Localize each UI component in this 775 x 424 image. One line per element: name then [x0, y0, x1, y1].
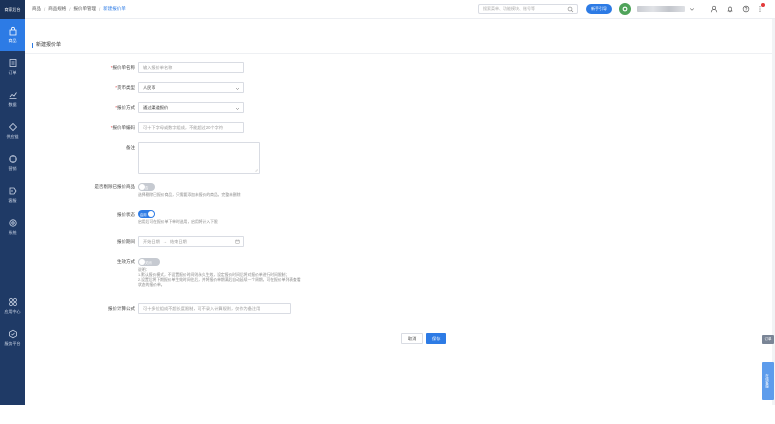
apps-icon — [8, 298, 17, 306]
exclude-toggle[interactable]: 否 — [138, 183, 155, 191]
resize-grip-icon[interactable] — [254, 168, 258, 172]
sidebar-item-label: 系统 — [8, 230, 17, 235]
sidebar-item-label: 服务平台 — [4, 341, 21, 346]
search-input[interactable]: 搜索菜单、功能模块、账号等 — [478, 4, 578, 14]
breadcrumb: 商品 / 商品规格 / 报价单管理 / 新建报价单 — [32, 6, 126, 12]
order-icon — [9, 59, 16, 67]
remark-textarea[interactable] — [138, 142, 260, 174]
breadcrumb-item[interactable]: 商品规格 — [48, 6, 66, 12]
sidebar-item-orders[interactable]: 订单 — [0, 51, 25, 83]
sidebar-item-label: 商品 — [8, 38, 17, 43]
brand-label: 商家后台 — [0, 0, 25, 19]
leaf-icon — [622, 6, 628, 12]
currency-select[interactable]: 人民币 — [138, 82, 244, 93]
sidebar-item-label: 客服 — [8, 198, 17, 203]
period-range-picker[interactable]: 开始日期 → 结束日期 — [138, 236, 244, 247]
formula-label: 报价计算公式 — [108, 306, 135, 311]
breadcrumb-item[interactable]: 报价单管理 — [74, 6, 97, 12]
search-icon[interactable] — [567, 6, 574, 13]
save-button[interactable]: 保存 — [426, 333, 447, 344]
breadcrumb-separator: / — [69, 6, 71, 12]
page-footer — [0, 405, 775, 424]
exclude-label: 是否剔除已报价商品 — [94, 184, 136, 189]
chevron-down-icon — [235, 87, 240, 90]
toggle-knob — [139, 259, 145, 265]
sidebar-item-supply[interactable]: 供应链 — [0, 115, 25, 147]
guide-button[interactable]: 新手引导 — [586, 4, 612, 14]
toggle-knob — [148, 211, 154, 217]
toggle-text: 否 — [145, 185, 149, 190]
status-label: 报价状态 — [117, 212, 135, 217]
sidebar-item-system[interactable]: 系统 — [0, 211, 25, 243]
page-title: 新建报价单 — [32, 43, 61, 48]
side-tab-service[interactable]: 在线客服 — [762, 362, 774, 400]
name-input[interactable]: 输入报价单名称 — [138, 62, 244, 73]
avatar[interactable] — [619, 3, 631, 15]
sidebar-item-label: 营销 — [8, 166, 17, 171]
help-icon[interactable] — [742, 5, 750, 13]
sidebar-item-label: 供应链 — [6, 134, 19, 139]
currency-label: *货币类型 — [115, 85, 135, 90]
end-date[interactable]: 结束日期 — [170, 239, 187, 245]
search-placeholder: 搜索菜单、功能模块、账号等 — [483, 6, 535, 11]
toggle-text: 关闭 — [145, 260, 152, 265]
user-switch-icon[interactable] — [710, 5, 718, 13]
bell-icon[interactable] — [726, 5, 734, 13]
sidebar-item-label: 数据 — [8, 102, 17, 107]
sidebar-item-service[interactable]: 客服 — [0, 179, 25, 211]
bag-icon — [9, 26, 16, 36]
breadcrumb-item[interactable]: 商品 — [32, 6, 41, 12]
chart-icon — [9, 92, 17, 99]
marketing-icon — [8, 155, 17, 163]
chevron-down-icon[interactable] — [689, 6, 695, 12]
period-label: 报价期间 — [117, 239, 135, 244]
cancel-button[interactable]: 取消 — [401, 333, 424, 344]
settings-icon — [8, 219, 17, 227]
chevron-down-icon — [235, 107, 240, 110]
effect-label: 生效方式 — [117, 259, 135, 264]
range-separator: → — [162, 239, 167, 244]
main-content: 新建报价单 *报价单名称 输入报价单名称 *货币类型 人民币 *报价方式 通过渠… — [25, 19, 775, 405]
sidebar: 商家后台 商品 订单 数据 供应链 营销 客服 系统 应用中心 服务平台 — [0, 0, 25, 405]
more-vertical-icon[interactable] — [756, 5, 764, 13]
divider — [25, 53, 775, 54]
method-label: *报价方式 — [115, 105, 135, 110]
start-date[interactable]: 开始日期 — [143, 239, 160, 245]
supply-icon — [8, 122, 17, 132]
formula-input[interactable]: 可十多位组成不超长度限制，可不录入计算规则，仅作为备注用 — [138, 303, 291, 314]
sidebar-item-label: 订单 — [8, 70, 17, 75]
method-select[interactable]: 通过渠道报价 — [138, 102, 244, 113]
method-value: 通过渠道报价 — [143, 104, 169, 110]
user-name-redacted[interactable] — [637, 6, 685, 12]
breadcrumb-current: 新建报价单 — [103, 6, 126, 11]
status-toggle[interactable]: 启用 — [138, 210, 155, 218]
remark-label: 备注 — [126, 145, 135, 150]
sidebar-item-marketing[interactable]: 营销 — [0, 147, 25, 179]
breadcrumb-separator: / — [99, 6, 101, 12]
breadcrumb-separator: / — [44, 6, 46, 12]
calendar-icon — [235, 239, 240, 244]
service-icon — [9, 187, 16, 195]
effect-toggle[interactable]: 关闭 — [138, 258, 160, 266]
exclude-hint: 选择剔除已报价商品，只需要添加未报价的商品，完整未删除 — [138, 193, 241, 197]
top-bar: 商品 / 商品规格 / 报价单管理 / 新建报价单 搜索菜单、功能模块、账号等 … — [25, 0, 775, 19]
sidebar-item-goods[interactable]: 商品 — [0, 19, 25, 51]
toggle-text: 启用 — [140, 212, 147, 217]
platform-icon — [8, 329, 17, 339]
effect-hint-4: 状态的报价单。 — [138, 283, 165, 287]
side-tab-orders[interactable]: 订单 — [762, 335, 774, 344]
code-label: *报价单编码 — [110, 125, 135, 130]
sidebar-item-label: 应用中心 — [4, 309, 21, 314]
sidebar-item-data[interactable]: 数据 — [0, 83, 25, 115]
sidebar-item-apps[interactable]: 应用中心 — [0, 290, 25, 322]
sidebar-item-platform[interactable]: 服务平台 — [0, 322, 25, 354]
status-hint: 启用后可在报价单下单时选用，启用将计入下限 — [138, 220, 218, 224]
toggle-knob — [139, 184, 145, 190]
currency-value: 人民币 — [143, 84, 156, 90]
code-input[interactable]: 可十下字母或数字组成，不能超过20个字符 — [138, 122, 244, 133]
name-label: *报价单名称 — [110, 65, 135, 70]
